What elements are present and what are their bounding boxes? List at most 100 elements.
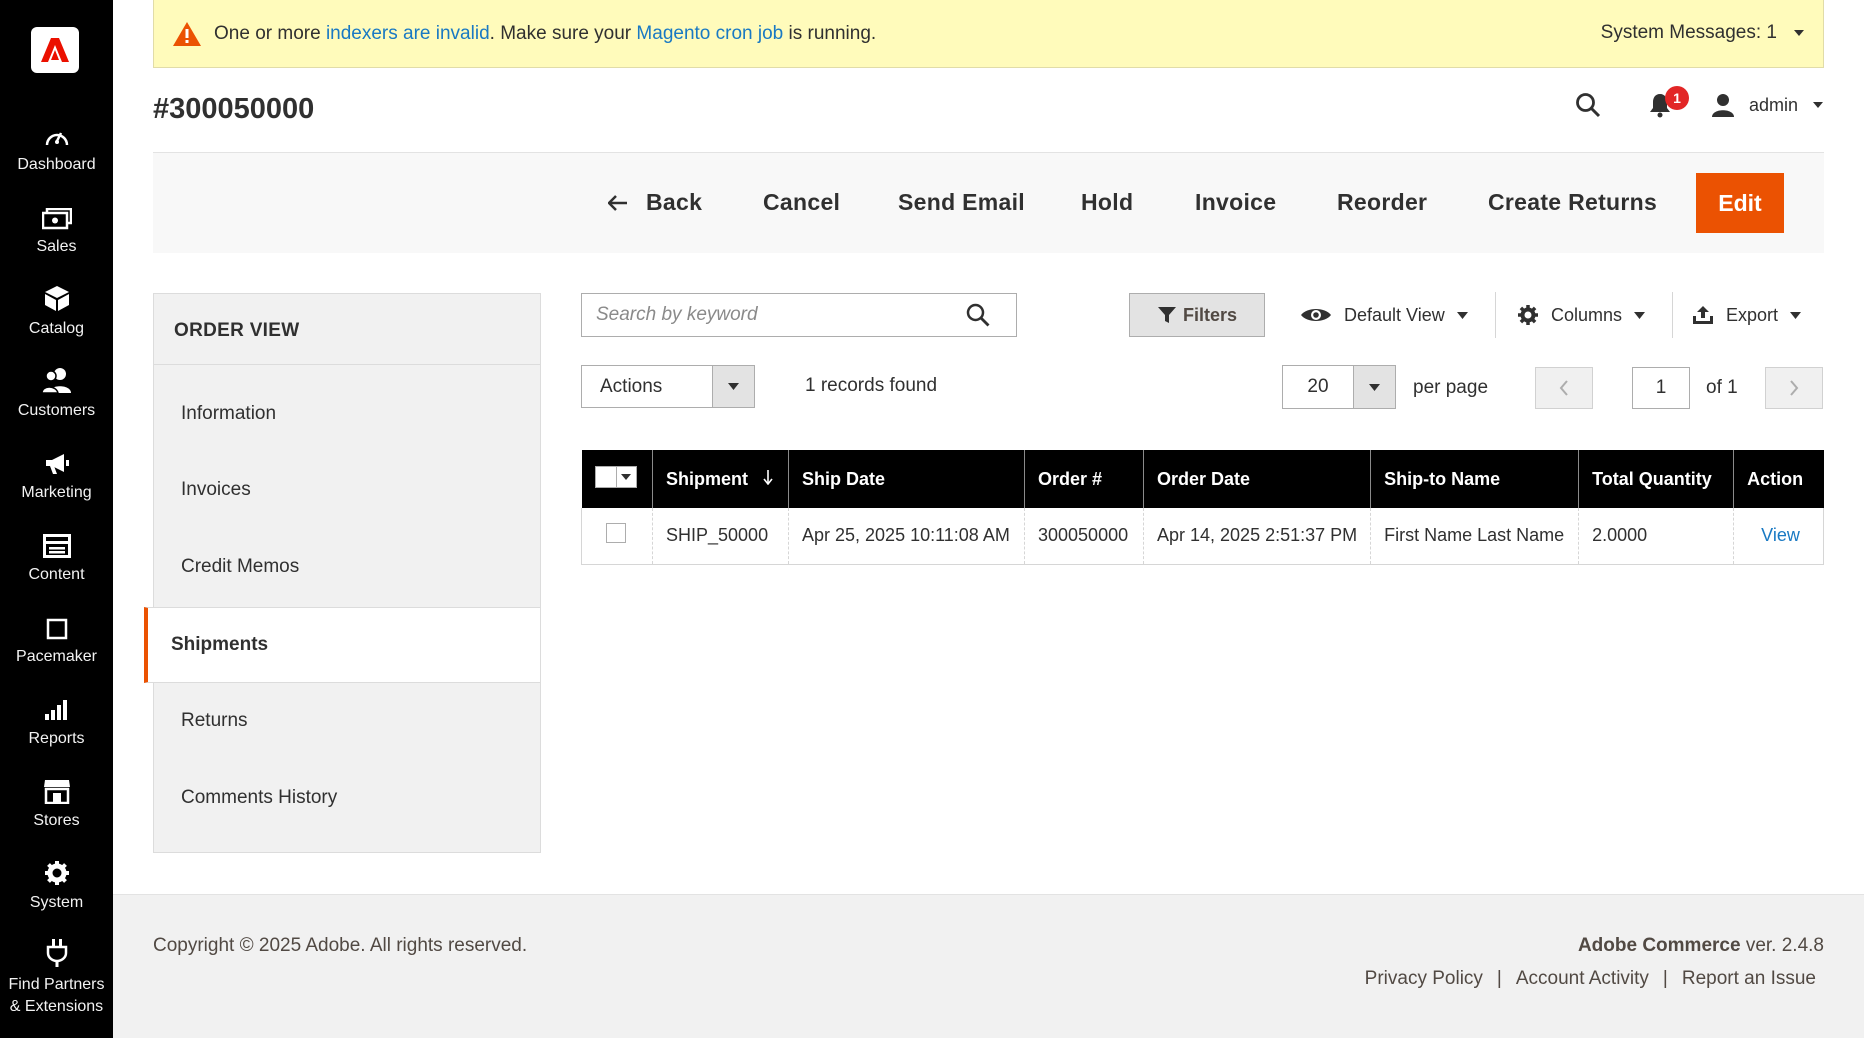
invoice-button[interactable]: Invoice xyxy=(1195,189,1276,216)
page-footer: Copyright © 2025 Adobe. All rights reser… xyxy=(113,894,1864,1038)
dashboard-icon xyxy=(45,132,68,146)
sort-arrow-down-icon xyxy=(763,469,773,485)
column-label: Shipment xyxy=(666,468,749,489)
tab-credit-memos[interactable]: Credit Memos xyxy=(154,529,540,605)
previous-page-button[interactable] xyxy=(1535,367,1593,409)
search-icon[interactable] xyxy=(966,303,990,327)
reorder-button[interactable]: Reorder xyxy=(1337,189,1427,216)
column-header-ship-date[interactable]: Ship Date xyxy=(788,450,1025,508)
nav-catalog[interactable]: Catalog xyxy=(0,280,113,362)
export-icon xyxy=(1693,306,1713,324)
indexers-invalid-link[interactable]: indexers are invalid xyxy=(326,23,490,45)
nav-system[interactable]: System xyxy=(0,854,113,936)
gear-icon xyxy=(1518,305,1538,325)
tab-information[interactable]: Information xyxy=(154,376,540,452)
nav-find-partners[interactable]: Find Partners & Extensions xyxy=(0,936,113,1036)
caret-down-icon xyxy=(1794,30,1804,36)
sales-icon xyxy=(41,208,72,230)
column-header-order-date[interactable]: Order Date xyxy=(1142,450,1371,508)
header-tools: 1 admin xyxy=(1575,86,1824,118)
tab-comments-history[interactable]: Comments History xyxy=(154,760,540,836)
nav-label: Stores xyxy=(33,812,80,829)
total-quantity-cell: 2.0000 xyxy=(1578,508,1734,565)
arrow-left-icon xyxy=(608,194,627,211)
tab-shipments[interactable]: Shipments xyxy=(144,607,540,683)
version-number: ver. 2.4.8 xyxy=(1740,935,1824,956)
keyword-search-input[interactable] xyxy=(596,304,966,326)
caret-down-icon xyxy=(712,366,754,407)
back-button[interactable]: Back xyxy=(608,189,702,216)
grid-search xyxy=(581,293,1017,337)
chevron-left-icon xyxy=(1559,380,1568,396)
caret-down-icon xyxy=(1634,311,1646,319)
tab-invoices[interactable]: Invoices xyxy=(154,452,540,528)
per-page-select[interactable]: 20 xyxy=(1282,365,1396,409)
nav-reports[interactable]: Reports xyxy=(0,690,113,772)
content-icon xyxy=(42,534,71,558)
nav-customers[interactable]: Customers xyxy=(0,362,113,444)
footer-links: Privacy Policy | Account Activity | Repo… xyxy=(1365,968,1816,990)
page-count: of 1 xyxy=(1706,377,1738,398)
system-messages-toggle[interactable]: System Messages: 1 xyxy=(1601,22,1805,44)
nav-label: Dashboard xyxy=(17,156,96,173)
view-selector[interactable]: Default View xyxy=(1300,293,1468,337)
global-search-icon[interactable] xyxy=(1575,92,1601,118)
nav-marketing[interactable]: Marketing xyxy=(0,444,113,526)
mass-select-checkbox[interactable] xyxy=(594,466,637,488)
nav-label: Marketing xyxy=(21,484,92,501)
order-view-tabs: ORDER VIEW Information Invoices Credit M… xyxy=(144,293,541,853)
account-activity-link[interactable]: Account Activity xyxy=(1516,968,1649,990)
next-page-button[interactable] xyxy=(1765,367,1823,409)
row-checkbox[interactable] xyxy=(606,523,626,544)
nav-stores[interactable]: Stores xyxy=(0,772,113,854)
nav-content[interactable]: Content xyxy=(0,526,113,608)
user-menu[interactable]: admin xyxy=(1711,93,1824,117)
column-header-shipment[interactable]: Shipment xyxy=(652,450,789,508)
notice-text: is running. xyxy=(783,22,877,44)
cron-job-link[interactable]: Magento cron job xyxy=(636,23,783,45)
action-cell: View xyxy=(1733,508,1824,565)
filters-label: Filters xyxy=(1182,304,1238,325)
tab-returns[interactable]: Returns xyxy=(154,683,540,759)
edit-button[interactable]: Edit xyxy=(1696,173,1784,233)
send-email-button[interactable]: Send Email xyxy=(898,189,1025,216)
report-issue-link[interactable]: Report an Issue xyxy=(1682,968,1816,990)
view-link[interactable]: View xyxy=(1761,525,1800,545)
notice-text: One or more xyxy=(214,22,326,44)
per-page-value: 20 xyxy=(1307,376,1329,397)
system-icon xyxy=(44,861,69,885)
grid-header-row: Shipment Ship Date Order # Order Date Sh… xyxy=(581,450,1824,508)
column-header-order-number[interactable]: Order # xyxy=(1024,450,1144,508)
column-header-ship-to-name[interactable]: Ship-to Name xyxy=(1370,450,1579,508)
create-returns-button[interactable]: Create Returns xyxy=(1488,189,1657,216)
divider: | xyxy=(1496,968,1502,989)
page-number-input[interactable] xyxy=(1632,367,1690,409)
order-date-cell: Apr 14, 2025 2:51:37 PM xyxy=(1142,508,1371,565)
divider: | xyxy=(1662,968,1668,989)
adobe-logo[interactable] xyxy=(31,27,79,73)
system-notice: One or more indexers are invalid . Make … xyxy=(153,0,1824,68)
export-label: Export xyxy=(1726,304,1779,325)
columns-selector[interactable]: Columns xyxy=(1517,293,1646,337)
nav-dashboard[interactable]: Dashboard xyxy=(0,116,113,198)
notifications-bell[interactable]: 1 xyxy=(1649,86,1689,118)
row-select-cell xyxy=(581,508,653,565)
filter-icon xyxy=(1157,307,1176,323)
nav-pacemaker[interactable]: Pacemaker xyxy=(0,608,113,690)
column-header-total-quantity[interactable]: Total Quantity xyxy=(1578,450,1734,508)
export-selector[interactable]: Export xyxy=(1692,293,1802,337)
privacy-policy-link[interactable]: Privacy Policy xyxy=(1365,968,1483,990)
hold-button[interactable]: Hold xyxy=(1081,189,1133,216)
caret-down-icon xyxy=(615,467,636,487)
chevron-right-icon xyxy=(1790,380,1799,396)
marketing-icon xyxy=(45,454,69,474)
nav-label: Sales xyxy=(36,238,77,255)
mass-actions-dropdown[interactable]: Actions xyxy=(581,365,755,408)
nav-label: System xyxy=(29,894,84,911)
filters-button[interactable]: Filters xyxy=(1129,293,1265,337)
shipments-grid: Shipment Ship Date Order # Order Date Sh… xyxy=(581,450,1824,565)
nav-label: Find Partners & Extensions xyxy=(8,976,105,1015)
nav-sales[interactable]: Sales xyxy=(0,198,113,280)
system-messages-label: System Messages: 1 xyxy=(1600,22,1777,43)
cancel-button[interactable]: Cancel xyxy=(763,189,840,216)
